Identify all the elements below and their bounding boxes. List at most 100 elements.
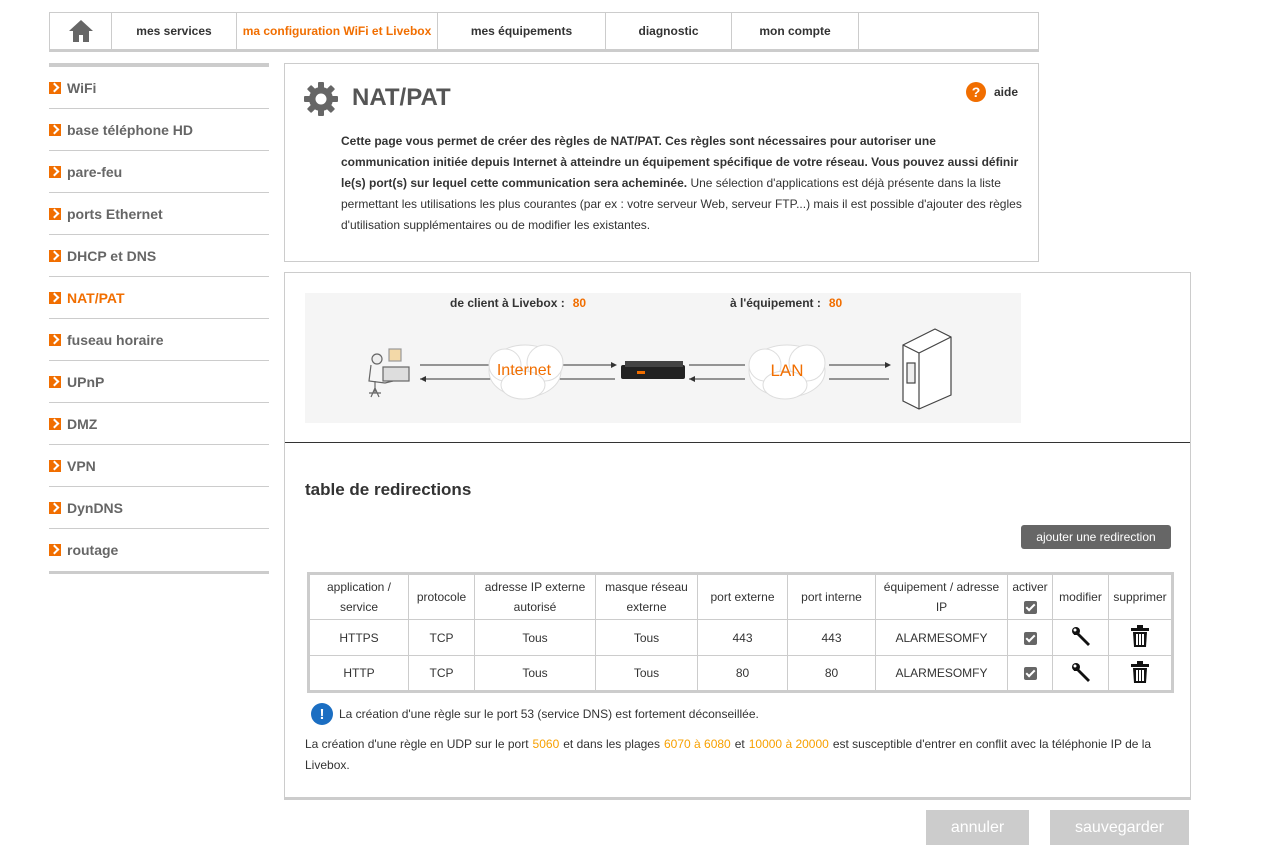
arrow-icon bbox=[49, 291, 61, 304]
cell-port-int: 80 bbox=[787, 655, 876, 692]
arrow-icon bbox=[49, 81, 61, 94]
wrench-icon[interactable] bbox=[1070, 625, 1092, 647]
sidebar-item-label: routage bbox=[67, 542, 119, 558]
add-redirection-button[interactable]: ajouter une redirection bbox=[1021, 525, 1171, 549]
note-range-1: 6070 à 6080 bbox=[663, 737, 731, 751]
col-ip-externe: adresse IP externe autorisé bbox=[474, 573, 596, 620]
sidebar-item-pare-feu[interactable]: pare-feu bbox=[49, 151, 269, 193]
gear-icon bbox=[304, 82, 338, 116]
info-icon: ! bbox=[311, 703, 333, 725]
sidebar-item-label: pare-feu bbox=[67, 163, 123, 180]
redirection-table: application / service protocole adresse … bbox=[307, 572, 1174, 693]
cell-mask: Tous bbox=[595, 619, 698, 656]
sidebar-item-base-telephone[interactable]: base téléphone HD bbox=[49, 109, 269, 151]
col-port-interne: port interne bbox=[787, 573, 876, 620]
tab-mes-services[interactable]: mes services bbox=[112, 13, 237, 49]
cell-modify bbox=[1052, 655, 1109, 692]
cell-device: ALARMESOMFY bbox=[875, 619, 1008, 656]
help-link[interactable]: ? aide bbox=[965, 82, 1018, 102]
col-protocol: protocole bbox=[408, 573, 475, 620]
arrow-icon bbox=[49, 165, 61, 178]
save-button[interactable]: sauvegarder bbox=[1050, 810, 1189, 845]
cell-port-ext: 443 bbox=[697, 619, 788, 656]
wrench-icon[interactable] bbox=[1070, 661, 1092, 683]
sidebar-item-nat-pat[interactable]: NAT/PAT bbox=[49, 277, 269, 319]
cancel-button[interactable]: annuler bbox=[926, 810, 1029, 845]
sidebar-item-routage[interactable]: routage bbox=[49, 529, 269, 571]
table-row: HTTP TCP Tous Tous 80 80 ALARMESOMFY bbox=[308, 655, 1173, 692]
col-application: application / service bbox=[308, 573, 409, 620]
note-text-3: et bbox=[734, 737, 745, 751]
sidebar-item-label: ports Ethernet bbox=[67, 205, 163, 222]
col-activer-label: activer bbox=[1012, 580, 1048, 594]
sidebar-item-label: NAT/PAT bbox=[67, 289, 125, 306]
col-equipement: équipement / adresse IP bbox=[875, 573, 1008, 620]
tab-configuration[interactable]: ma configuration WiFi et Livebox bbox=[237, 13, 438, 49]
arrow-icon bbox=[49, 249, 61, 262]
diagram-graphic: Internet LAN bbox=[368, 328, 952, 410]
top-nav: mes services ma configuration WiFi et Li… bbox=[49, 12, 1039, 52]
help-icon: ? bbox=[965, 82, 986, 102]
arrow-icon bbox=[49, 123, 61, 136]
table-title: table de redirections bbox=[305, 480, 472, 499]
page-title: NAT/PAT bbox=[352, 84, 451, 111]
cell-ip-ext: Tous bbox=[474, 619, 596, 656]
home-icon bbox=[68, 20, 93, 42]
sidebar-item-ports-ethernet[interactable]: ports Ethernet bbox=[49, 193, 269, 235]
table-header-row: application / service protocole adresse … bbox=[308, 573, 1173, 620]
trash-icon[interactable] bbox=[1130, 660, 1150, 683]
arrow-icon bbox=[49, 375, 61, 388]
section-divider bbox=[285, 442, 1190, 443]
sidebar-item-upnp[interactable]: UPnP bbox=[49, 361, 269, 403]
nat-diagram: de client à Livebox :80 à l'équipement :… bbox=[305, 293, 1021, 423]
cell-ip-ext: Tous bbox=[474, 655, 596, 692]
cell-protocol: TCP bbox=[408, 655, 475, 692]
cell-delete bbox=[1108, 619, 1173, 656]
dns-warning: ! La création d'une règle sur le port 53… bbox=[311, 703, 759, 725]
activate-checkbox[interactable] bbox=[1023, 631, 1037, 645]
home-tab[interactable] bbox=[50, 13, 112, 49]
col-masque: masque réseau externe bbox=[595, 573, 698, 620]
sidebar-item-fuseau-horaire[interactable]: fuseau horaire bbox=[49, 319, 269, 361]
tab-mon-compte[interactable]: mon compte bbox=[732, 13, 859, 49]
arrow-icon bbox=[49, 459, 61, 472]
tab-diagnostic[interactable]: diagnostic bbox=[606, 13, 732, 49]
sidebar-item-vpn[interactable]: VPN bbox=[49, 445, 269, 487]
dns-warning-text: La création d'une règle sur le port 53 (… bbox=[339, 707, 759, 721]
sidebar-item-dyndns[interactable]: DynDNS bbox=[49, 487, 269, 529]
sidebar-item-label: UPnP bbox=[67, 373, 105, 390]
arrow-icon bbox=[49, 544, 61, 556]
col-modifier: modifier bbox=[1052, 573, 1109, 620]
select-all-checkbox[interactable] bbox=[1023, 601, 1037, 615]
cell-app: HTTPS bbox=[308, 619, 409, 656]
sidebar-item-label: VPN bbox=[67, 457, 96, 474]
livebox-icon bbox=[621, 361, 685, 379]
table-row: HTTPS TCP Tous Tous 443 443 ALARMESOMFY bbox=[308, 619, 1173, 656]
cell-activate bbox=[1007, 655, 1053, 692]
col-activer: activer bbox=[1007, 573, 1053, 620]
trash-icon[interactable] bbox=[1130, 625, 1150, 647]
cell-delete bbox=[1108, 655, 1173, 692]
col-port-externe: port externe bbox=[697, 573, 788, 620]
activate-checkbox[interactable] bbox=[1023, 667, 1037, 681]
cell-port-int: 443 bbox=[787, 619, 876, 656]
arrow-icon bbox=[49, 333, 61, 346]
sidebar: WiFi base téléphone HD pare-feu ports Et… bbox=[49, 63, 269, 574]
header-panel: NAT/PAT ? aide Cette page vous permet de… bbox=[284, 63, 1039, 262]
main-panel: de client à Livebox :80 à l'équipement :… bbox=[284, 272, 1191, 800]
sidebar-item-wifi[interactable]: WiFi bbox=[49, 67, 269, 109]
cell-activate bbox=[1007, 619, 1053, 656]
internet-label: Internet bbox=[497, 362, 552, 379]
tab-equipements[interactable]: mes équipements bbox=[438, 13, 606, 49]
sidebar-item-dmz[interactable]: DMZ bbox=[49, 403, 269, 445]
sidebar-item-label: DHCP et DNS bbox=[67, 247, 157, 264]
sidebar-item-dhcp-dns[interactable]: DHCP et DNS bbox=[49, 235, 269, 277]
sidebar-item-label: WiFi bbox=[67, 79, 97, 96]
lan-label: LAN bbox=[770, 361, 803, 380]
arrow-icon bbox=[49, 207, 61, 220]
page-description: Cette page vous permet de créer des règl… bbox=[341, 131, 1026, 236]
note-range-2: 10000 à 20000 bbox=[748, 737, 829, 751]
sidebar-item-label: DynDNS bbox=[67, 499, 124, 516]
note-text-1: La création d'une règle en UDP sur le po… bbox=[305, 737, 529, 751]
col-supprimer: supprimer bbox=[1108, 573, 1173, 620]
